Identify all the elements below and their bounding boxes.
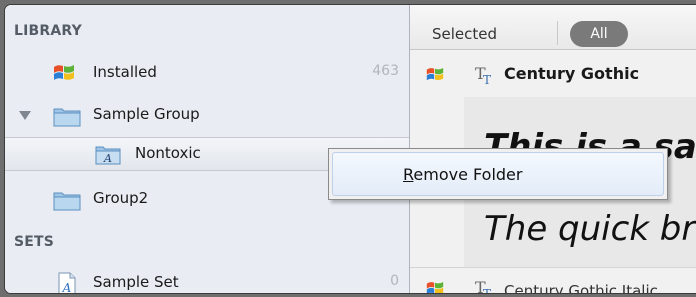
menu-item-remove-folder[interactable]: Remove Folder <box>332 152 664 196</box>
windows-flag-icon <box>53 63 75 87</box>
sidebar-item-label: Sample Set <box>93 273 179 291</box>
preview-line-2: The quick brown fox <box>484 209 696 249</box>
item-count: 463 <box>372 63 399 79</box>
font-list-row[interactable]: T T Century Gothic <box>410 60 696 92</box>
sidebar-item-label: Installed <box>93 63 157 81</box>
sets-header: SETS <box>14 234 55 250</box>
folder-icon <box>53 105 81 131</box>
svg-text:T: T <box>483 73 491 86</box>
font-folder-icon: A <box>95 143 121 169</box>
font-file-icon: A <box>57 272 77 294</box>
sidebar-item-installed[interactable]: Installed 463 <box>5 57 409 89</box>
menu-item-label: Remove Folder <box>403 165 522 184</box>
context-menu: Remove Folder <box>328 148 668 200</box>
truetype-icon: T T <box>474 64 498 90</box>
sidebar-item-label: Group2 <box>93 189 149 207</box>
sidebar-item-sample-group[interactable]: Sample Group <box>5 99 409 131</box>
sidebar-item-label: Nontoxic <box>135 144 201 162</box>
disclosure-triangle-icon[interactable] <box>19 111 31 120</box>
item-count: 0 <box>390 273 399 289</box>
toolbar-divider <box>557 21 558 45</box>
sidebar-item-label: Sample Group <box>93 105 200 123</box>
svg-text:A: A <box>103 152 112 165</box>
svg-text:T: T <box>483 287 491 294</box>
folder-icon <box>53 189 81 215</box>
filter-selected-button[interactable]: Selected <box>432 25 497 43</box>
windows-flag-icon <box>426 66 444 87</box>
font-name: Century Gothic Italic <box>504 282 658 294</box>
font-list-row[interactable]: T T Century Gothic Italic <box>410 267 696 294</box>
library-header: LIBRARY <box>14 23 82 39</box>
app-window: LIBRARY Installed 463 Sample Group A Non… <box>4 4 696 294</box>
menu-item-text: emove Folder <box>413 165 523 184</box>
mnemonic: R <box>403 165 414 184</box>
sidebar-item-sample-set[interactable]: A Sample Set 0 <box>5 267 409 294</box>
filter-all-button[interactable]: All <box>570 21 628 47</box>
truetype-icon: T T <box>474 278 498 294</box>
windows-flag-icon <box>426 280 444 293</box>
filter-toolbar: Selected All <box>410 5 696 50</box>
font-name: Century Gothic <box>504 64 640 83</box>
svg-text:A: A <box>62 281 72 294</box>
